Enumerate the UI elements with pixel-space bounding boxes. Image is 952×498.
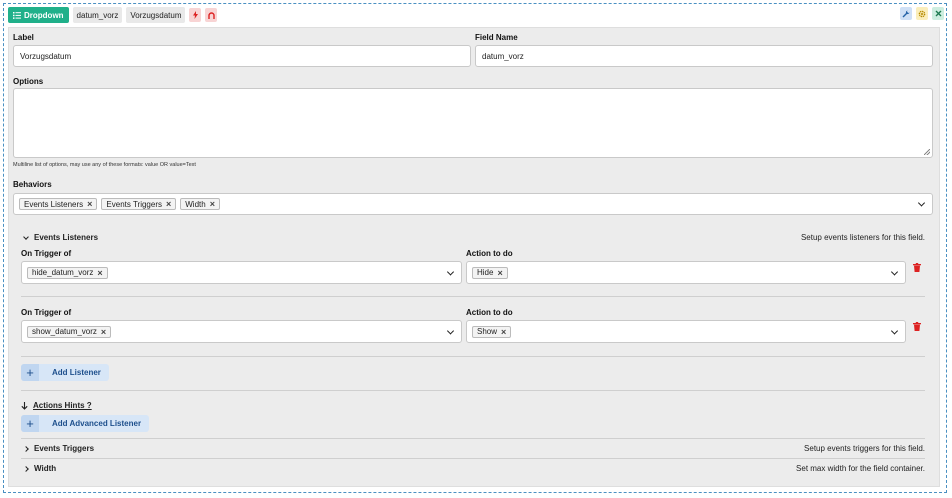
chevron-right-icon <box>23 465 29 472</box>
delete-listener-button[interactable] <box>910 260 924 274</box>
events-listeners-toggle[interactable]: Events Listeners <box>23 233 99 242</box>
bolt-icon <box>192 11 198 19</box>
trash-icon <box>913 262 921 272</box>
events-listeners-note: Setup events listeners for this field. <box>800 233 925 242</box>
trigger-select[interactable]: hide_datum_vorz × <box>21 261 462 284</box>
close-button[interactable] <box>932 7 944 20</box>
action-tag: Hide × <box>472 266 508 279</box>
tag-label: Width <box>185 199 206 209</box>
settings-wrench-button[interactable] <box>900 7 912 20</box>
magnet-icon <box>208 11 215 19</box>
tag-label: Show <box>477 327 498 336</box>
remove-tag-icon[interactable]: × <box>101 327 106 337</box>
remove-tag-icon[interactable]: × <box>87 199 92 209</box>
remove-tag-icon[interactable]: × <box>97 268 102 278</box>
on-trigger-label: On Trigger of <box>21 249 72 258</box>
behaviors-select[interactable]: Events Listeners × Events Triggers × Wid… <box>13 193 933 215</box>
trigger-select[interactable]: show_datum_vorz × <box>21 320 462 343</box>
tag-label: hide_datum_vorz <box>32 268 94 277</box>
width-toggle[interactable]: Width <box>23 464 57 473</box>
label-input[interactable]: Vorzugsdatum <box>13 45 471 67</box>
chevron-right-icon <box>23 445 29 452</box>
width-note: Set max width for the field container. <box>796 464 925 473</box>
list-icon <box>13 11 21 19</box>
delete-listener-button[interactable] <box>910 319 924 333</box>
trigger-tag: show_datum_vorz × <box>27 325 112 338</box>
plus-icon: + <box>21 415 39 432</box>
events-triggers-title: Events Triggers <box>34 444 95 453</box>
chevron-down-icon[interactable] <box>446 267 455 276</box>
tag-label: Events Listeners <box>24 199 84 209</box>
wrench-icon <box>902 10 910 17</box>
action-select[interactable]: Hide × <box>466 261 906 284</box>
close-icon <box>935 10 941 17</box>
header-actions <box>900 7 944 20</box>
divider <box>21 458 925 459</box>
chevron-down-icon[interactable] <box>917 199 926 207</box>
field-name-input[interactable]: datum_vorz <box>475 45 933 67</box>
field-name-chip: datum_vorz <box>72 7 123 23</box>
action-tag: Show × <box>472 325 512 338</box>
events-listeners-title: Events Listeners <box>34 233 99 242</box>
options-title: Options <box>13 77 44 86</box>
chevron-down-icon[interactable] <box>446 326 455 335</box>
trash-icon <box>913 321 921 331</box>
behavior-tag: Events Listeners × <box>19 198 98 210</box>
add-listener-label: Add Listener <box>52 368 101 377</box>
action-label: Action to do <box>466 308 513 317</box>
action-select[interactable]: Show × <box>466 320 906 343</box>
field-settings-panel: Label Vorzugsdatum Field Name datum_vorz… <box>8 27 940 487</box>
chevron-down-icon[interactable] <box>890 326 899 335</box>
field-type-label: Dropdown <box>24 10 64 20</box>
action-label: Action to do <box>466 249 513 258</box>
field-header: Dropdown datum_vorz Vorzugsdatum <box>8 7 218 23</box>
chevron-down-icon <box>23 233 29 240</box>
options-hint: Multiline list of options, may use any o… <box>13 162 196 168</box>
behavior-tag: Width × <box>180 198 220 210</box>
divider <box>21 390 925 391</box>
field-label-chip: Vorzugsdatum <box>126 7 186 23</box>
gear-icon <box>918 10 926 17</box>
actions-hints-link[interactable]: Actions Hints ? <box>21 401 92 410</box>
gear-button[interactable] <box>916 7 928 20</box>
actions-hints-label: Actions Hints ? <box>33 401 92 410</box>
behavior-tag: Events Triggers × <box>101 198 177 210</box>
divider <box>21 356 925 357</box>
divider <box>21 296 925 297</box>
divider <box>21 438 925 439</box>
plus-icon: + <box>21 364 39 381</box>
width-title: Width <box>34 464 57 473</box>
label-title: Label <box>13 33 34 42</box>
remove-tag-icon[interactable]: × <box>497 268 502 278</box>
events-triggers-note: Setup events triggers for this field. <box>804 444 925 453</box>
bolt-button[interactable] <box>189 8 202 22</box>
remove-tag-icon[interactable]: × <box>166 199 171 209</box>
trigger-tag: hide_datum_vorz × <box>27 266 108 279</box>
on-trigger-label: On Trigger of <box>21 308 72 317</box>
remove-tag-icon[interactable]: × <box>501 327 506 337</box>
add-advanced-listener-button[interactable]: + Add Advanced Listener <box>21 415 150 432</box>
field-name-title: Field Name <box>475 33 518 42</box>
magnet-button[interactable] <box>205 8 218 22</box>
tag-label: Events Triggers <box>106 199 162 209</box>
field-type-badge[interactable]: Dropdown <box>8 7 69 23</box>
chevron-down-icon[interactable] <box>890 267 899 276</box>
resize-handle[interactable] <box>924 149 930 155</box>
tag-label: show_datum_vorz <box>32 327 97 336</box>
tag-label: Hide <box>477 268 494 277</box>
add-advanced-label: Add Advanced Listener <box>52 419 142 428</box>
arrow-down-icon <box>21 401 28 410</box>
options-textarea[interactable] <box>13 88 933 158</box>
behaviors-title: Behaviors <box>13 180 52 189</box>
add-listener-button[interactable]: + Add Listener <box>21 364 109 381</box>
events-triggers-toggle[interactable]: Events Triggers <box>23 444 95 453</box>
remove-tag-icon[interactable]: × <box>210 199 215 209</box>
